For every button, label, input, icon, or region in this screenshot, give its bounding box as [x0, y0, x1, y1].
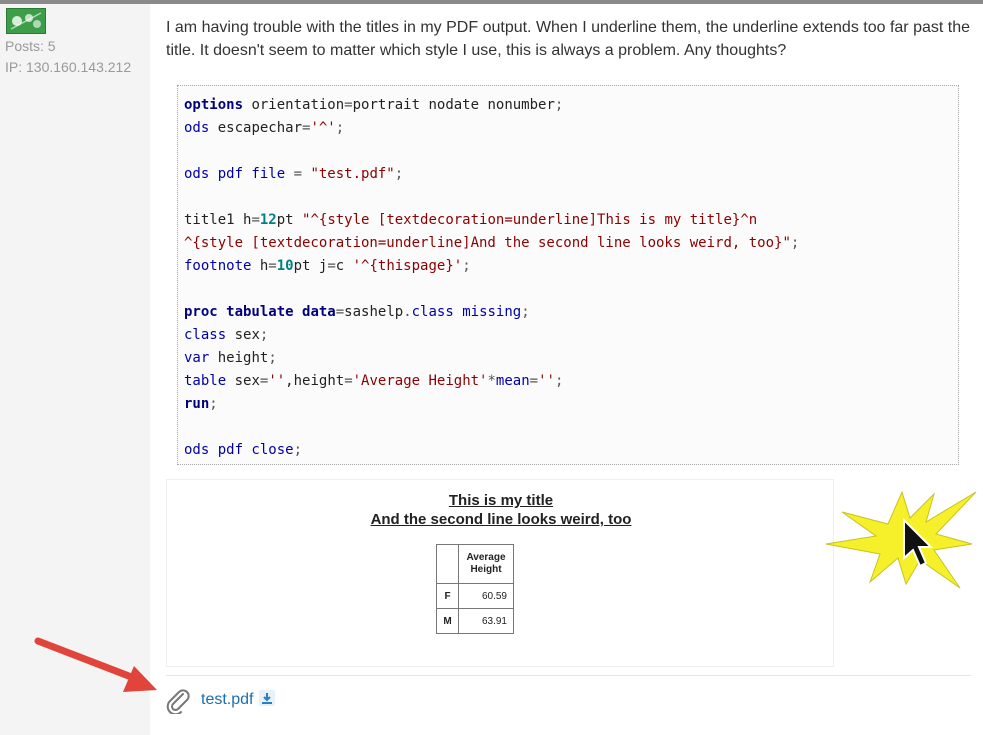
- code-line: class sex;: [184, 327, 269, 343]
- post-body: I am having trouble with the titles in m…: [166, 16, 971, 62]
- table-row: Average Height: [436, 544, 514, 584]
- table-row: F 60.59: [436, 583, 514, 609]
- avatar[interactable]: [6, 8, 46, 34]
- code-line: ods pdf file = "test.pdf";: [184, 166, 404, 182]
- code-block: options orientation=portrait nodate nonu…: [177, 85, 959, 465]
- row-value: 60.59: [458, 583, 514, 609]
- post-count: Posts: 5: [5, 38, 56, 54]
- code-line: ods pdf close;: [184, 442, 303, 458]
- code-line: title1 h=12pt "^{style [textdecoration=u…: [184, 212, 758, 228]
- starburst-cursor-icon: [825, 490, 977, 589]
- divider: [166, 675, 971, 676]
- red-arrow-icon: [34, 637, 157, 692]
- download-icon[interactable]: [259, 690, 275, 706]
- code-line: ^{style [textdecoration=underline]And th…: [184, 235, 800, 251]
- post-text-line-2: title. It doesn't seem to matter which s…: [166, 42, 787, 59]
- code-line: var height;: [184, 350, 277, 366]
- row-value: 63.91: [458, 608, 514, 634]
- code-line: options orientation=portrait nodate nonu…: [184, 97, 564, 113]
- pdf-table: Average Height F 60.59 M 63.91: [436, 544, 514, 634]
- table-row: M 63.91: [436, 608, 514, 634]
- table-header: Average Height: [458, 544, 514, 584]
- code-line: run;: [184, 396, 218, 412]
- ip-address: IP: 130.160.143.212: [5, 59, 132, 75]
- paperclip-icon: [166, 689, 190, 714]
- table-corner-cell: [436, 544, 459, 584]
- row-label: M: [436, 608, 459, 634]
- code-line: table sex='',height='Average Height'*mea…: [184, 373, 564, 389]
- code-line: ods escapechar='^';: [184, 120, 345, 136]
- code-line: footnote h=10pt j=c '^{thispage}';: [184, 258, 471, 274]
- post-text-line-1: I am having trouble with the titles in m…: [166, 19, 970, 36]
- code-line: proc tabulate data=sashelp.class missing…: [184, 304, 530, 320]
- attachment-link[interactable]: test.pdf: [201, 691, 253, 709]
- avatar-image-icon: [7, 9, 45, 33]
- pdf-title-2: And the second line looks weird, too: [370, 511, 632, 528]
- user-sidebar: Posts: 5 IP: 130.160.143.212: [0, 4, 150, 735]
- pdf-output-screenshot: This is my title And the second line loo…: [166, 479, 834, 667]
- row-label: F: [436, 583, 459, 609]
- pdf-title-1: This is my title: [448, 492, 554, 509]
